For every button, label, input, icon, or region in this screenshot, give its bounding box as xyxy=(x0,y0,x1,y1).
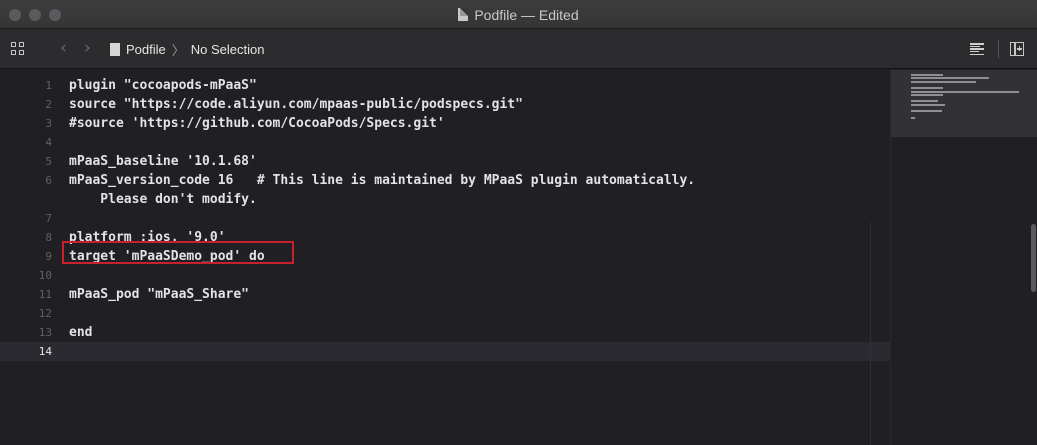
add-editor-icon[interactable] xyxy=(1010,42,1024,56)
line-text: target 'mPaaSDemo_pod' do xyxy=(69,249,265,264)
minimap-line xyxy=(911,90,1019,93)
minimap-line xyxy=(911,116,916,119)
breadcrumb-file[interactable]: Podfile xyxy=(126,42,166,57)
line-number: 1 xyxy=(45,79,52,92)
line-number: 14 xyxy=(38,345,52,358)
code-line[interactable]: 10 xyxy=(0,266,890,285)
code-line[interactable]: 9 target 'mPaaSDemo_pod' do xyxy=(0,247,890,266)
code-editor[interactable]: 1 plugin "cocoapods-mPaaS" 2 source "https:… xyxy=(0,70,890,445)
minimap-line xyxy=(911,93,944,96)
line-number: 4 xyxy=(45,136,52,149)
window-title-group: Podfile — Edited xyxy=(0,0,1037,29)
line-number: 8 xyxy=(45,231,52,244)
minimap-line xyxy=(911,74,944,76)
related-items-grid-icon[interactable] xyxy=(11,42,24,55)
line-text: mPaaS_pod "mPaaS_Share" xyxy=(69,287,250,302)
line-number: 3 xyxy=(45,117,52,130)
code-line[interactable]: 1 plugin "cocoapods-mPaaS" xyxy=(0,76,890,95)
minimap-line xyxy=(911,103,945,106)
editor-options-lines-icon[interactable] xyxy=(970,43,984,55)
code-line[interactable]: 5 mPaaS_baseline '10.1.68' xyxy=(0,152,890,171)
line-text: #source 'https://github.com/CocoaPods/Sp… xyxy=(69,116,445,131)
breadcrumb-separator: 〉 xyxy=(171,42,185,58)
code-line[interactable]: 14 xyxy=(0,342,890,361)
jumpbar-divider xyxy=(998,40,999,58)
code-line[interactable]: 2 source "https://code.aliyun.com/mpaas-p… xyxy=(0,95,890,114)
line-number: 9 xyxy=(45,250,52,263)
minimap[interactable] xyxy=(890,70,1037,445)
line-text: mPaaS_baseline '10.1.68' xyxy=(69,154,257,169)
line-number: 10 xyxy=(38,269,52,282)
document-icon xyxy=(458,8,469,21)
line-text: platform :ios, '9.0' xyxy=(69,230,226,245)
line-number: 6 xyxy=(45,174,52,187)
line-number: 13 xyxy=(38,326,52,339)
line-text: end xyxy=(69,325,93,340)
breadcrumb: Podfile 〉 No Selection xyxy=(110,41,265,58)
jump-bar: ‹ › Podfile 〉 No Selection xyxy=(0,29,1037,69)
window-title: Podfile — Edited xyxy=(474,6,579,23)
code-line[interactable]: 13 end xyxy=(0,323,890,342)
minimap-line xyxy=(911,87,944,90)
minimap-line xyxy=(911,110,943,113)
line-number: 12 xyxy=(38,307,52,320)
code-line[interactable]: 12 xyxy=(0,304,890,323)
vertical-scrollbar-thumb[interactable] xyxy=(1031,224,1036,292)
minimap-line xyxy=(911,80,976,83)
code-line[interactable]: 4 xyxy=(0,133,890,152)
line-number: 2 xyxy=(45,98,52,111)
code-line[interactable]: 8 platform :ios, '9.0' xyxy=(0,228,890,247)
line-text: source "https://code.aliyun.com/mpaas-pu… xyxy=(69,97,523,112)
chevron-right-icon[interactable]: › xyxy=(84,39,91,57)
line-text: mPaaS_version_code 16 # This line is mai… xyxy=(69,173,696,188)
code-line[interactable]: 6 mPaaS_version_code 16 # This line is ma… xyxy=(0,171,890,190)
line-number: 5 xyxy=(45,155,52,168)
minimap-divider xyxy=(870,222,871,445)
breadcrumb-selection[interactable]: No Selection xyxy=(191,42,265,57)
chevron-left-icon[interactable]: ‹ xyxy=(60,39,67,57)
code-line[interactable]: 11 mPaaS_pod "mPaaS_Share" xyxy=(0,285,890,304)
line-text: Please don't modify. xyxy=(69,192,257,207)
line-text: plugin "cocoapods-mPaaS" xyxy=(69,78,257,93)
line-number: 11 xyxy=(38,288,52,301)
file-document-icon xyxy=(110,42,120,56)
line-number: 7 xyxy=(45,212,52,225)
title-bar: Podfile — Edited xyxy=(0,0,1037,29)
minimap-line xyxy=(911,100,938,103)
code-line[interactable]: 7 xyxy=(0,209,890,228)
xcode-window: Podfile — Edited ‹ › Podfile 〉 No Select… xyxy=(0,0,1037,445)
code-line[interactable]: 3 #source 'https://github.com/CocoaPods/S… xyxy=(0,114,890,133)
minimap-line xyxy=(911,77,990,80)
code-line[interactable]: Please don't modify. xyxy=(0,190,890,209)
